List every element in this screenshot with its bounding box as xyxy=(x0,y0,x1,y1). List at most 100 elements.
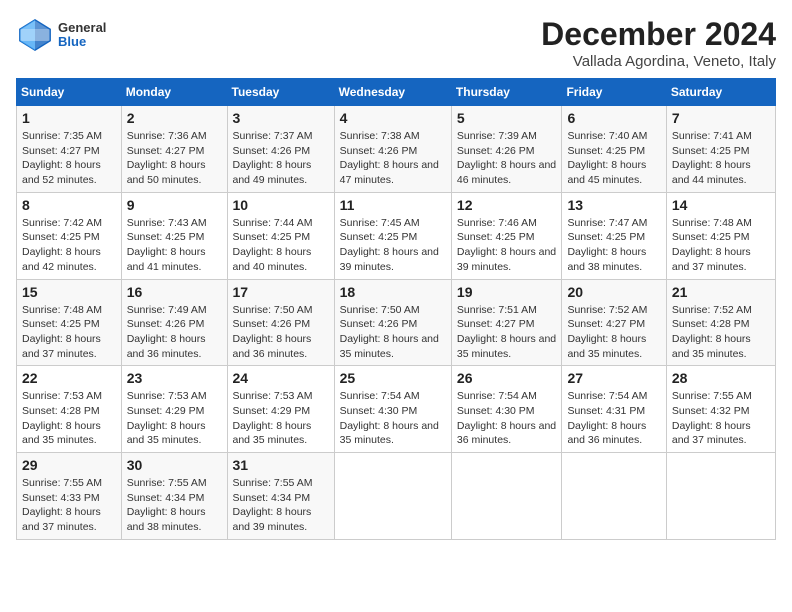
day-info: Sunrise: 7:41 AMSunset: 4:25 PMDaylight:… xyxy=(672,129,770,188)
header-friday: Friday xyxy=(562,79,666,106)
calendar-cell: 13Sunrise: 7:47 AMSunset: 4:25 PMDayligh… xyxy=(562,192,666,279)
day-info: Sunrise: 7:55 AMSunset: 4:34 PMDaylight:… xyxy=(127,476,222,535)
day-info: Sunrise: 7:54 AMSunset: 4:30 PMDaylight:… xyxy=(457,389,557,448)
day-number: 17 xyxy=(233,284,329,300)
day-info: Sunrise: 7:44 AMSunset: 4:25 PMDaylight:… xyxy=(233,216,329,275)
day-info: Sunrise: 7:40 AMSunset: 4:25 PMDaylight:… xyxy=(567,129,660,188)
header-thursday: Thursday xyxy=(451,79,562,106)
calendar-cell: 31 Sunrise: 7:55 AMSunset: 4:34 PMDayligh… xyxy=(227,453,334,540)
day-number: 15 xyxy=(22,284,116,300)
header-tuesday: Tuesday xyxy=(227,79,334,106)
day-number: 1 xyxy=(22,110,116,126)
calendar-cell: 14 Sunrise: 7:48 AMSunset: 4:25 PMDayligh… xyxy=(666,192,775,279)
logo-general: General xyxy=(58,21,106,35)
day-info: Sunrise: 7:49 AMSunset: 4:26 PMDaylight:… xyxy=(127,303,222,362)
day-number: 30 xyxy=(127,457,222,473)
day-info: Sunrise: 7:53 AMSunset: 4:28 PMDaylight:… xyxy=(22,389,116,448)
calendar-cell: 20 Sunrise: 7:52 AMSunset: 4:27 PMDayligh… xyxy=(562,279,666,366)
calendar-row: 22 Sunrise: 7:53 AMSunset: 4:28 PMDayligh… xyxy=(17,366,776,453)
calendar-row: 1 Sunrise: 7:35 AMSunset: 4:27 PMDaylight… xyxy=(17,106,776,193)
day-info: Sunrise: 7:38 AMSunset: 4:26 PMDaylight:… xyxy=(340,129,446,188)
calendar-row: 8 Sunrise: 7:42 AMSunset: 4:25 PMDaylight… xyxy=(17,192,776,279)
day-number: 5 xyxy=(457,110,557,126)
day-info: Sunrise: 7:36 AMSunset: 4:27 PMDaylight:… xyxy=(127,129,222,188)
calendar-cell: 28 Sunrise: 7:55 AMSunset: 4:32 PMDayligh… xyxy=(666,366,775,453)
logo-text: General Blue xyxy=(58,21,106,50)
calendar-cell xyxy=(334,453,451,540)
day-number: 8 xyxy=(22,197,116,213)
header-monday: Monday xyxy=(121,79,227,106)
day-number: 20 xyxy=(567,284,660,300)
day-info: Sunrise: 7:52 AMSunset: 4:28 PMDaylight:… xyxy=(672,303,770,362)
day-number: 29 xyxy=(22,457,116,473)
day-info: Sunrise: 7:48 AMSunset: 4:25 PMDaylight:… xyxy=(22,303,116,362)
day-info: Sunrise: 7:54 AMSunset: 4:30 PMDaylight:… xyxy=(340,389,446,448)
calendar-cell: 30 Sunrise: 7:55 AMSunset: 4:34 PMDayligh… xyxy=(121,453,227,540)
day-number: 6 xyxy=(567,110,660,126)
day-number: 31 xyxy=(233,457,329,473)
calendar-row: 15 Sunrise: 7:48 AMSunset: 4:25 PMDayligh… xyxy=(17,279,776,366)
day-info: Sunrise: 7:50 AMSunset: 4:26 PMDaylight:… xyxy=(340,303,446,362)
calendar-cell xyxy=(666,453,775,540)
calendar-cell: 2Sunrise: 7:36 AMSunset: 4:27 PMDaylight… xyxy=(121,106,227,193)
day-number: 18 xyxy=(340,284,446,300)
header-wednesday: Wednesday xyxy=(334,79,451,106)
logo: General Blue xyxy=(16,16,106,54)
day-number: 7 xyxy=(672,110,770,126)
day-number: 23 xyxy=(127,370,222,386)
calendar-cell: 15 Sunrise: 7:48 AMSunset: 4:25 PMDayligh… xyxy=(17,279,122,366)
calendar-cell: 5 Sunrise: 7:39 AMSunset: 4:26 PMDaylight… xyxy=(451,106,562,193)
calendar-cell: 6 Sunrise: 7:40 AMSunset: 4:25 PMDaylight… xyxy=(562,106,666,193)
calendar-cell: 21 Sunrise: 7:52 AMSunset: 4:28 PMDayligh… xyxy=(666,279,775,366)
logo-icon xyxy=(16,16,54,54)
location-title: Vallada Agordina, Veneto, Italy xyxy=(541,53,776,70)
day-number: 19 xyxy=(457,284,557,300)
header-sunday: Sunday xyxy=(17,79,122,106)
day-info: Sunrise: 7:42 AMSunset: 4:25 PMDaylight:… xyxy=(22,216,116,275)
day-info: Sunrise: 7:55 AMSunset: 4:34 PMDaylight:… xyxy=(233,476,329,535)
logo-blue: Blue xyxy=(58,35,106,49)
day-info: Sunrise: 7:43 AMSunset: 4:25 PMDaylight:… xyxy=(127,216,222,275)
day-number: 28 xyxy=(672,370,770,386)
calendar-cell: 16 Sunrise: 7:49 AMSunset: 4:26 PMDayligh… xyxy=(121,279,227,366)
day-info: Sunrise: 7:55 AMSunset: 4:33 PMDaylight:… xyxy=(22,476,116,535)
day-info: Sunrise: 7:35 AMSunset: 4:27 PMDaylight:… xyxy=(22,129,116,188)
calendar-cell: 18 Sunrise: 7:50 AMSunset: 4:26 PMDayligh… xyxy=(334,279,451,366)
day-number: 16 xyxy=(127,284,222,300)
day-info: Sunrise: 7:53 AMSunset: 4:29 PMDaylight:… xyxy=(233,389,329,448)
day-number: 4 xyxy=(340,110,446,126)
calendar-cell: 4 Sunrise: 7:38 AMSunset: 4:26 PMDaylight… xyxy=(334,106,451,193)
day-info: Sunrise: 7:50 AMSunset: 4:26 PMDaylight:… xyxy=(233,303,329,362)
day-number: 26 xyxy=(457,370,557,386)
day-info: Sunrise: 7:48 AMSunset: 4:25 PMDaylight:… xyxy=(672,216,770,275)
weekday-header-row: Sunday Monday Tuesday Wednesday Thursday… xyxy=(17,79,776,106)
calendar-cell: 7 Sunrise: 7:41 AMSunset: 4:25 PMDaylight… xyxy=(666,106,775,193)
calendar-row: 29 Sunrise: 7:55 AMSunset: 4:33 PMDayligh… xyxy=(17,453,776,540)
calendar-cell: 25 Sunrise: 7:54 AMSunset: 4:30 PMDayligh… xyxy=(334,366,451,453)
day-number: 9 xyxy=(127,197,222,213)
calendar-cell: 17 Sunrise: 7:50 AMSunset: 4:26 PMDayligh… xyxy=(227,279,334,366)
calendar-cell: 11Sunrise: 7:45 AMSunset: 4:25 PMDayligh… xyxy=(334,192,451,279)
day-info: Sunrise: 7:55 AMSunset: 4:32 PMDaylight:… xyxy=(672,389,770,448)
day-number: 14 xyxy=(672,197,770,213)
day-info: Sunrise: 7:46 AMSunset: 4:25 PMDaylight:… xyxy=(457,216,557,275)
calendar-cell: 27 Sunrise: 7:54 AMSunset: 4:31 PMDayligh… xyxy=(562,366,666,453)
header-saturday: Saturday xyxy=(666,79,775,106)
day-info: Sunrise: 7:53 AMSunset: 4:29 PMDaylight:… xyxy=(127,389,222,448)
calendar-cell: 29 Sunrise: 7:55 AMSunset: 4:33 PMDayligh… xyxy=(17,453,122,540)
day-number: 25 xyxy=(340,370,446,386)
day-info: Sunrise: 7:52 AMSunset: 4:27 PMDaylight:… xyxy=(567,303,660,362)
day-number: 21 xyxy=(672,284,770,300)
month-title: December 2024 xyxy=(541,16,776,53)
calendar-cell: 23 Sunrise: 7:53 AMSunset: 4:29 PMDayligh… xyxy=(121,366,227,453)
day-info: Sunrise: 7:39 AMSunset: 4:26 PMDaylight:… xyxy=(457,129,557,188)
day-number: 24 xyxy=(233,370,329,386)
day-number: 22 xyxy=(22,370,116,386)
calendar-cell: 24 Sunrise: 7:53 AMSunset: 4:29 PMDayligh… xyxy=(227,366,334,453)
day-number: 3 xyxy=(233,110,329,126)
calendar-cell xyxy=(451,453,562,540)
day-info: Sunrise: 7:54 AMSunset: 4:31 PMDaylight:… xyxy=(567,389,660,448)
calendar-table: Sunday Monday Tuesday Wednesday Thursday… xyxy=(16,78,776,540)
calendar-cell: 8 Sunrise: 7:42 AMSunset: 4:25 PMDaylight… xyxy=(17,192,122,279)
day-number: 27 xyxy=(567,370,660,386)
